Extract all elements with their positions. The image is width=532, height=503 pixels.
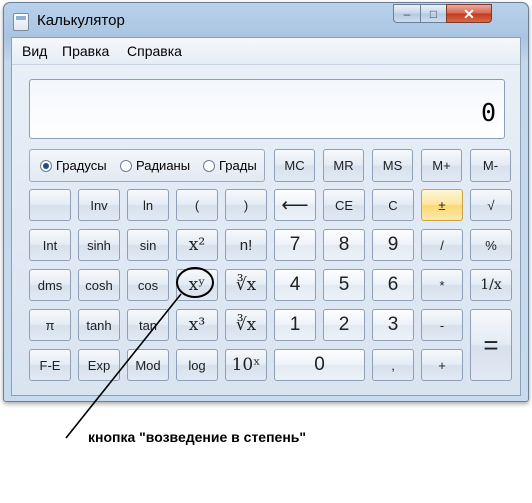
callout-line [65, 293, 182, 439]
annotation-caption: кнопка "возведение в степень" [88, 429, 307, 445]
